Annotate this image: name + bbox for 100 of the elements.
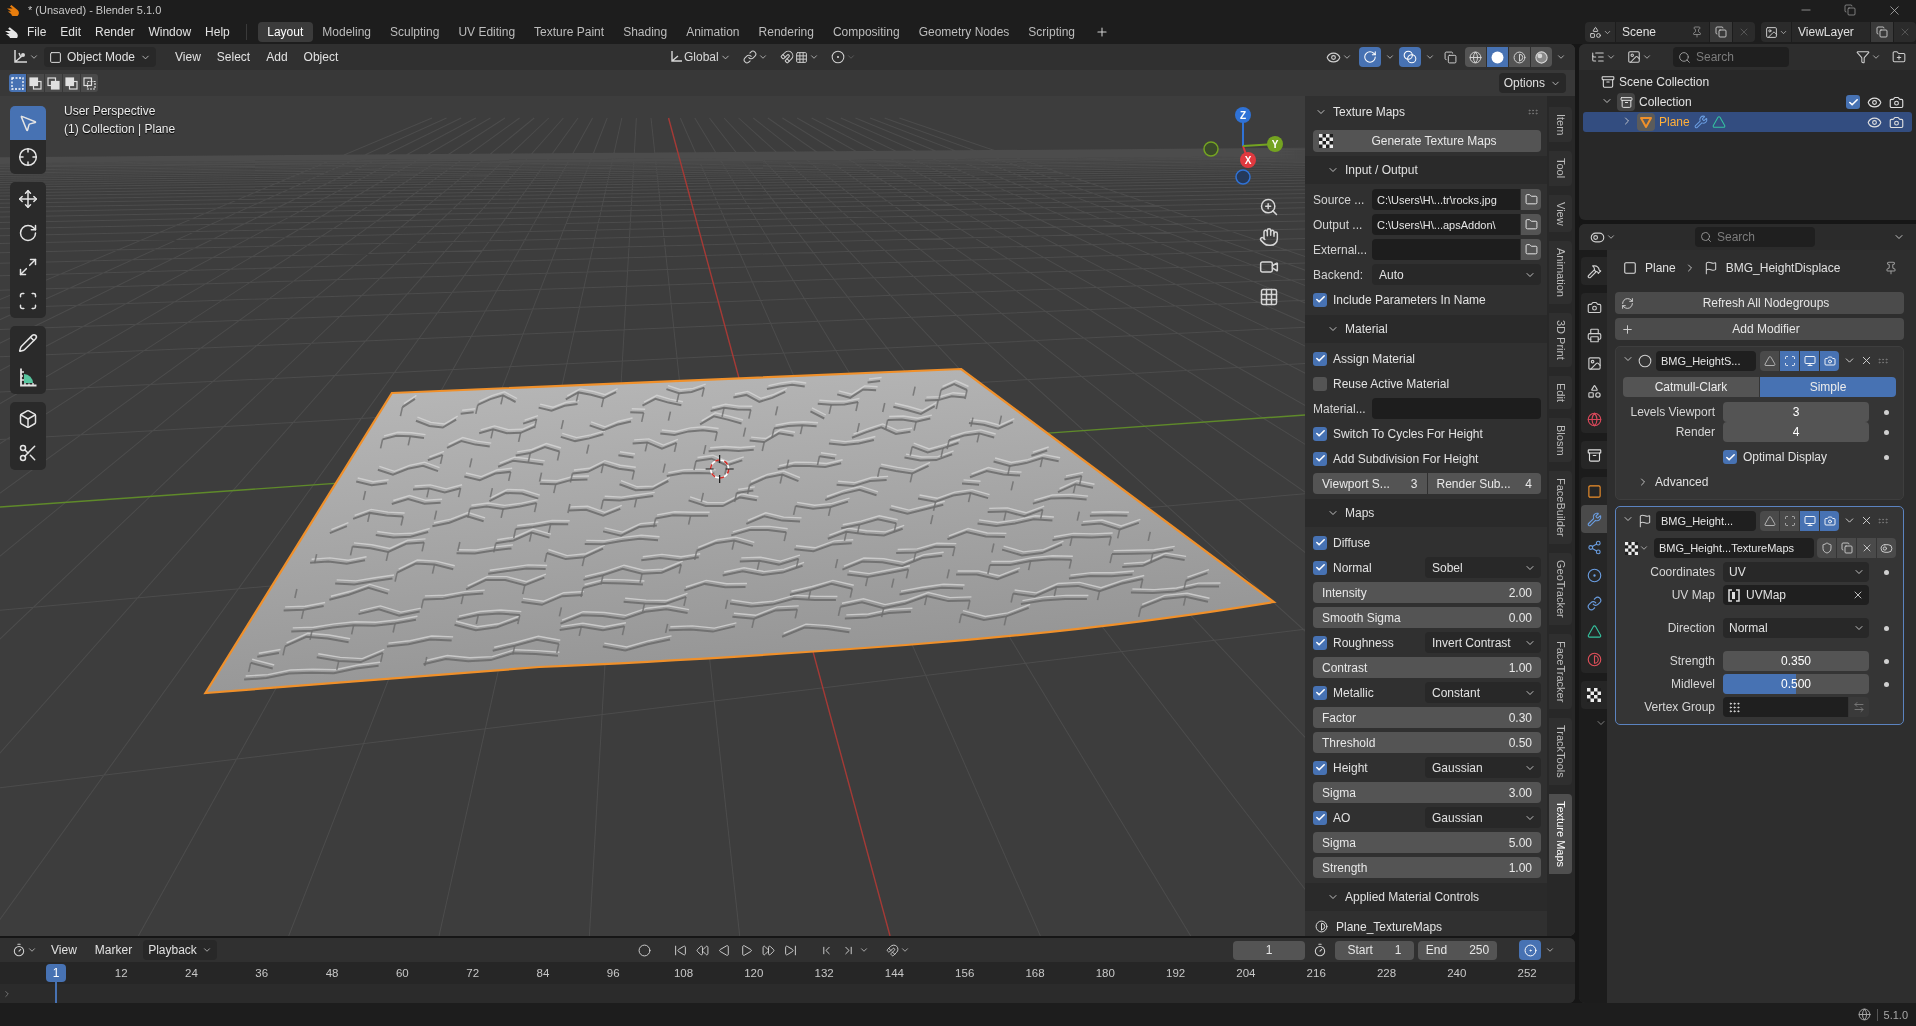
tool-button[interactable] [10, 436, 46, 470]
sidebar-tab[interactable]: FaceTracker [1549, 633, 1572, 710]
close-icon[interactable] [1860, 354, 1873, 367]
path-field[interactable]: C:\Users\H\...apsAddon\ [1372, 214, 1520, 235]
checkbox-label[interactable]: Switch To Cycles For Height [1333, 426, 1483, 441]
crosshair-icon[interactable] [18, 147, 38, 167]
scan-icon[interactable] [1783, 354, 1796, 367]
workspace-tab[interactable]: Shading [613, 22, 677, 42]
monitor-icon[interactable] [1803, 514, 1816, 527]
number-field[interactable]: Sigma 3.00 [1313, 782, 1541, 803]
modifier-toggle[interactable] [1800, 510, 1819, 531]
eye-icon[interactable] [1867, 94, 1882, 110]
workspace-tab[interactable]: Modeling [312, 22, 381, 42]
panel-header[interactable]: Texture Maps [1313, 100, 1541, 124]
checkbox[interactable] [1313, 426, 1327, 441]
link-icon[interactable] [742, 50, 757, 64]
section-header[interactable]: Material [1305, 315, 1547, 343]
chevron-down-icon[interactable] [26, 945, 37, 955]
checkbox-label[interactable]: AO [1333, 810, 1351, 825]
number-field[interactable]: 0.350 [1723, 651, 1869, 671]
mode-dropdown[interactable]: Object Mode [44, 47, 157, 67]
sidebar-tab[interactable]: 3D Print [1549, 313, 1572, 367]
frame-range-field[interactable]: Start 1 [1335, 940, 1414, 960]
sidebar-tab[interactable]: Tool [1549, 151, 1572, 186]
view-layer-browse-button[interactable] [1761, 22, 1791, 42]
duplicate-button[interactable] [1837, 538, 1856, 558]
zoom-icon[interactable] [1259, 197, 1279, 217]
workspace-tab[interactable]: Layout [257, 22, 313, 42]
checkbox[interactable] [1313, 685, 1327, 700]
axis-ring-icon[interactable] [1235, 169, 1251, 185]
number-field[interactable]: Factor 0.30 [1313, 707, 1541, 728]
checkbox[interactable] [1846, 95, 1860, 109]
number-field[interactable]: Contrast 1.00 [1313, 657, 1541, 678]
checkbox-label[interactable]: Include Parameters In Name [1333, 292, 1486, 307]
modifier-toggle[interactable] [1800, 350, 1819, 371]
modifier-toggle[interactable] [1780, 350, 1799, 371]
slider-field[interactable]: 0.500 [1723, 674, 1869, 694]
menu-item[interactable]: Object [296, 47, 346, 67]
dropdown[interactable]: Normal [1723, 618, 1869, 638]
chevron-down-icon[interactable] [1385, 52, 1395, 62]
section-header[interactable]: Applied Material Controls [1305, 883, 1547, 911]
scan-icon[interactable] [1783, 514, 1796, 527]
hand-icon[interactable] [1259, 227, 1279, 247]
app-logo-icon[interactable] [5, 25, 20, 39]
axes-icon[interactable] [11, 49, 28, 65]
wrench-icon[interactable] [1693, 115, 1708, 129]
sidebar-tab[interactable]: FaceBuilder [1549, 471, 1572, 545]
dropdown[interactable]: Gaussian [1425, 757, 1541, 778]
pin-icon[interactable] [1884, 261, 1898, 275]
sidebar-tab[interactable]: Texture Maps [1549, 793, 1572, 874]
scale-icon[interactable] [18, 257, 38, 277]
circle-dot-icon[interactable] [830, 50, 845, 64]
search-field[interactable]: Search [1673, 47, 1789, 67]
checkbox-label[interactable]: Metallic [1333, 685, 1374, 700]
menu-dropdown[interactable]: Playback [143, 940, 217, 960]
action-button[interactable]: Refresh All Nodegroups [1615, 292, 1904, 314]
checkbox[interactable] [1313, 560, 1327, 575]
dropdown[interactable]: Invert Contrast [1425, 632, 1541, 653]
tool-button[interactable] [10, 182, 46, 216]
checkbox-label[interactable]: Normal [1333, 560, 1372, 575]
list-tree-icon[interactable] [1590, 50, 1605, 64]
checkbox[interactable] [1313, 535, 1327, 550]
section-header[interactable]: Maps [1305, 499, 1547, 527]
dropdown[interactable]: UV [1723, 562, 1869, 582]
tool-button[interactable] [10, 284, 46, 318]
workspace-tab[interactable]: Texture Paint [524, 22, 614, 42]
scene-field[interactable]: Scene [1616, 22, 1709, 42]
square-icon[interactable] [49, 50, 62, 64]
chevron-down-icon[interactable] [28, 52, 39, 62]
path-field[interactable] [1372, 239, 1520, 260]
chevron-down-icon[interactable] [859, 945, 869, 955]
move-arrows-icon[interactable] [18, 189, 38, 209]
grid-icon[interactable] [794, 50, 808, 64]
menu-item[interactable]: Add [259, 47, 295, 67]
section-header[interactable]: Input / Output [1305, 156, 1547, 184]
modifier-name-field[interactable]: BMG_HeightS... [1656, 350, 1756, 371]
chevron-down-icon[interactable] [201, 945, 212, 955]
number-field[interactable]: Sigma 5.00 [1313, 832, 1541, 853]
3d-cursor-icon[interactable] [705, 454, 735, 484]
new-view-layer-button[interactable] [1871, 22, 1893, 42]
menu-item[interactable]: Help [198, 22, 237, 42]
rotate-icon[interactable] [18, 223, 38, 243]
checkbox[interactable] [1313, 760, 1327, 775]
modifier-toggle[interactable] [1760, 510, 1779, 531]
node-group-field[interactable]: BMG_Height...TextureMaps [1654, 538, 1814, 558]
number-field[interactable]: 4 [1723, 422, 1869, 442]
menu-item[interactable]: View [44, 940, 84, 960]
workspace-tab[interactable]: Sculpting [380, 22, 449, 42]
checkbox[interactable] [1313, 351, 1327, 366]
outliner-row[interactable]: Collection [1583, 92, 1912, 112]
dropdown[interactable]: Constant [1425, 682, 1541, 703]
triangle-icon[interactable] [1711, 115, 1726, 129]
shapes-icon[interactable] [1588, 25, 1602, 39]
chevron-down-icon[interactable] [808, 52, 819, 62]
magnet-icon[interactable] [779, 50, 794, 64]
material-slot[interactable]: Plane_TextureMaps [1336, 919, 1443, 934]
chevron-down-icon[interactable] [1425, 52, 1435, 62]
chevron-down-icon[interactable] [1556, 52, 1566, 62]
menu-item[interactable]: Select [209, 47, 258, 67]
triangle-icon[interactable] [1763, 514, 1776, 527]
